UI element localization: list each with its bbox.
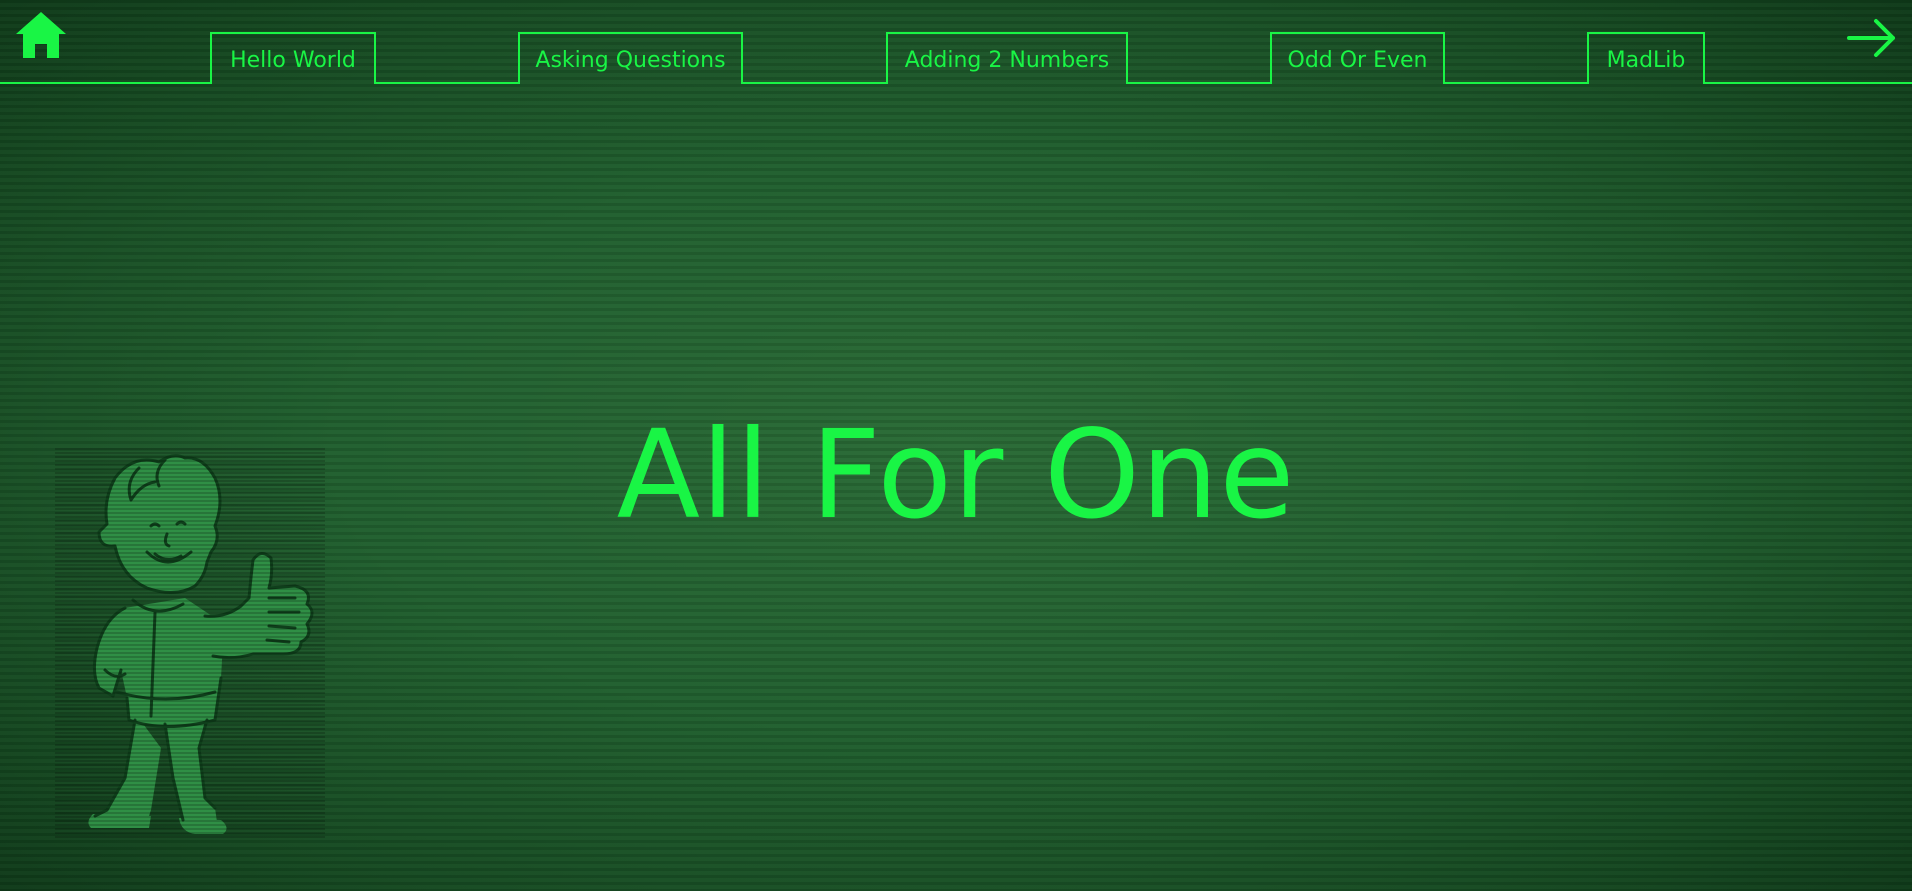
page-title: All For One: [616, 404, 1296, 546]
thumbs-up-mascot-illustration: [55, 448, 325, 840]
home-button[interactable]: [14, 10, 68, 62]
tab-label: Hello World: [230, 47, 356, 73]
next-button[interactable]: [1846, 18, 1898, 58]
tab-madlib[interactable]: MadLib: [1587, 32, 1705, 82]
tab-label: Asking Questions: [535, 47, 726, 73]
arrow-right-icon: [1847, 19, 1895, 57]
tab-label: Adding 2 Numbers: [904, 47, 1110, 73]
mascot-image: [55, 448, 325, 840]
tab-adding-2-numbers[interactable]: Adding 2 Numbers: [886, 32, 1128, 82]
top-navigation: Hello World Asking Questions Adding 2 Nu…: [0, 0, 1912, 84]
tab-label: MadLib: [1606, 47, 1686, 73]
tab-label: Odd Or Even: [1287, 47, 1428, 73]
tab-hello-world[interactable]: Hello World: [210, 32, 376, 82]
tab-odd-or-even[interactable]: Odd Or Even: [1270, 32, 1445, 82]
nav-baseline: [0, 82, 1912, 84]
home-icon: [16, 12, 66, 58]
tab-asking-questions[interactable]: Asking Questions: [518, 32, 743, 82]
